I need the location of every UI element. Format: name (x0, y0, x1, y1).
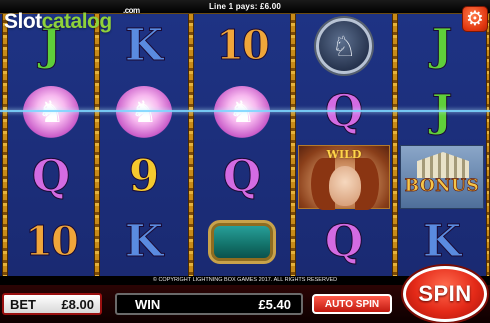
symbol-horse-medallion: ♘ (296, 14, 392, 78)
symbol-q: Q (8, 145, 94, 209)
symbol-10: 10 (8, 210, 94, 274)
symbol-9-text: 9 (128, 151, 160, 202)
reel-divider (290, 14, 296, 276)
reel-area: J ♞ Q 10 K ♞ 9 K 10 ♞ Q ♘ Q WILD Q J J B… (0, 14, 490, 276)
auto-spin-button[interactable]: AUTO SPIN (312, 294, 392, 314)
unicorn-icon: ♞ (214, 86, 270, 138)
symbol-k-text: K (124, 20, 164, 71)
win-label: WIN (135, 296, 161, 312)
bet-display[interactable]: BET £8.00 (2, 293, 102, 315)
symbol-q: Q (194, 145, 290, 209)
symbol-bracelet (194, 210, 290, 274)
reel-divider (486, 14, 490, 276)
bracelet-icon (208, 220, 276, 264)
horse-medallion-icon: ♘ (316, 18, 372, 74)
spin-button[interactable]: SPIN (403, 266, 487, 322)
symbol-10-text: 10 (25, 218, 80, 265)
symbol-q-text: Q (324, 86, 364, 137)
symbol-unicorn: ♞ (8, 80, 94, 144)
reel-5: J J BONUS K (398, 14, 486, 276)
symbol-q: Q (296, 210, 392, 274)
wild-woman-icon (329, 166, 361, 206)
bet-value: £8.00 (61, 296, 94, 312)
symbol-q-text: Q (31, 151, 71, 202)
logo-part-b: catalog (41, 10, 113, 33)
bet-label: BET (10, 296, 36, 312)
bonus-label: BONUS (404, 176, 480, 197)
symbol-k: K (100, 210, 188, 274)
temple-icon (417, 152, 469, 178)
slotcatalog-watermark: Slot catalog .com (4, 6, 140, 34)
symbol-q: Q (296, 80, 392, 144)
symbol-unicorn: ♞ (194, 80, 290, 144)
symbol-9: 9 (100, 145, 188, 209)
symbol-10-text: 10 (216, 22, 271, 69)
gear-icon[interactable]: ⚙ (462, 6, 488, 32)
symbol-bonus: BONUS (400, 145, 484, 209)
symbol-j-text: J (431, 86, 453, 137)
unicorn-icon: ♞ (116, 86, 172, 138)
reel-2: K ♞ 9 K (100, 14, 188, 276)
symbol-k-text: K (422, 216, 462, 267)
wild-label: WILD (326, 148, 362, 161)
slot-game: Line 1 pays: £6.00 J ♞ Q 10 K ♞ 9 K 10 ♞… (0, 0, 490, 323)
symbol-j: J (398, 80, 486, 144)
reel-divider (2, 14, 8, 276)
reel-divider (188, 14, 194, 276)
winning-payline (0, 110, 490, 112)
reel-divider (94, 14, 100, 276)
reel-divider (392, 14, 398, 276)
reel-4: ♘ Q WILD Q (296, 14, 392, 276)
symbol-q-text: Q (222, 151, 262, 202)
symbol-k: K (100, 14, 188, 78)
symbol-k: K (398, 210, 486, 274)
reel-1: J ♞ Q 10 (8, 14, 94, 276)
reel-3: 10 ♞ Q (194, 14, 290, 276)
symbol-j-text: J (431, 20, 453, 71)
logo-dotcom: .com (123, 6, 140, 15)
win-value: £5.40 (258, 296, 291, 312)
symbol-k-text: K (124, 216, 164, 267)
symbol-unicorn: ♞ (100, 80, 188, 144)
win-display: WIN £5.40 (115, 293, 303, 315)
logo-part-a: Slot (4, 10, 42, 33)
symbol-wild: WILD (298, 145, 390, 210)
symbol-10: 10 (194, 14, 290, 78)
symbol-q-text: Q (324, 216, 364, 267)
unicorn-icon: ♞ (23, 86, 79, 138)
line-pays-text: Line 1 pays: £6.00 (208, 2, 282, 11)
